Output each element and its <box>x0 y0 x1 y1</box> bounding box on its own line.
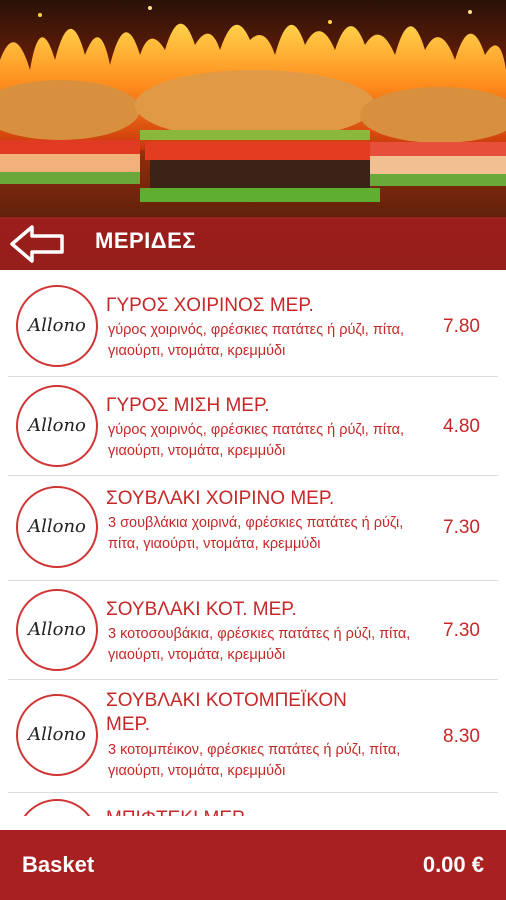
allono-logo: Allonο <box>16 285 98 367</box>
burgers-image <box>0 70 506 202</box>
item-description: γύρος χοιρινός, φρέσκιες πατάτες ή ρύζι,… <box>108 322 404 359</box>
menu-list[interactable]: Allonο ΓΥΡΟΣ ΧΟΙΡΙΝΟΣ ΜΕΡ. γύρος χοιρινό… <box>0 276 506 816</box>
item-name: ΣΟΥΒΛΑΚΙ ΧΟΙΡΙΝΟ ΜΕΡ. <box>106 488 335 509</box>
back-arrow-icon[interactable] <box>8 223 66 265</box>
header-banner: ΜΕΡΙΔΕΣ <box>0 0 506 270</box>
logo-wordmark: Allonο <box>28 315 86 336</box>
menu-item[interactable]: Allonο ΜΠΙΦΤΕΚΙ ΜΕΡ. <box>8 793 498 816</box>
allono-logo: Allonο <box>16 694 98 776</box>
item-name: ΓΥΡΟΣ ΜΙΣΗ ΜΕΡ. <box>106 395 270 416</box>
menu-item[interactable]: Allonο ΣΟΥΒΛΑΚΙ ΚΟΤΟΜΠΕΪΚΟΝ ΜΕΡ. 3 κοτομ… <box>8 680 498 793</box>
item-description: γύρος χοιρινός, φρέσκιες πατάτες ή ρύζι,… <box>108 422 404 459</box>
logo-wordmark: Allonο <box>28 516 86 537</box>
title-bar <box>0 217 506 270</box>
item-price: 7.30 <box>443 517 480 538</box>
allono-logo: Allonο <box>16 385 98 467</box>
item-name: ΜΠΙΦΤΕΚΙ ΜΕΡ. <box>106 807 396 816</box>
menu-item[interactable]: Allonο ΓΥΡΟΣ ΜΙΣΗ ΜΕΡ. γύρος χοιρινός, φ… <box>8 377 498 476</box>
allono-logo: Allonο <box>16 589 98 671</box>
logo-wordmark: Allonο <box>28 415 86 436</box>
basket-label: Basket <box>22 852 95 877</box>
menu-item[interactable]: Allonο ΓΥΡΟΣ ΧΟΙΡΙΝΟΣ ΜΕΡ. γύρος χοιρινό… <box>8 276 498 377</box>
basket-total: 0.00 € <box>422 852 484 877</box>
item-description: 3 κοτομπέικον, φρέσκιες πατάτες ή ρύζι, … <box>108 742 401 779</box>
item-price: 7.80 <box>443 316 480 337</box>
page-title: ΜΕΡΙΔΕΣ <box>95 228 196 253</box>
item-price: 4.80 <box>443 416 480 437</box>
item-price: 7.30 <box>443 620 480 641</box>
logo-wordmark: Allonο <box>28 619 86 640</box>
allono-logo: Allonο <box>16 799 98 816</box>
item-price: 8.30 <box>443 726 480 747</box>
item-description: 3 σουβλάκια χοιρινά, φρέσκιες πατάτες ή … <box>108 515 404 552</box>
menu-item[interactable]: Allonο ΣΟΥΒΛΑΚΙ ΚΟΤ. ΜΕΡ. 3 κοτοσουβάκια… <box>8 581 498 680</box>
item-name: ΣΟΥΒΛΑΚΙ ΚΟΤ. ΜΕΡ. <box>106 599 297 620</box>
allono-logo: Allonο <box>16 486 98 568</box>
item-name: ΣΟΥΒΛΑΚΙ ΚΟΤΟΜΠΕΪΚΟΝ ΜΕΡ. <box>106 690 347 735</box>
item-name: ΓΥΡΟΣ ΧΟΙΡΙΝΟΣ ΜΕΡ. <box>106 295 314 316</box>
logo-wordmark: Allonο <box>28 724 86 745</box>
menu-item[interactable]: Allonο ΣΟΥΒΛΑΚΙ ΧΟΙΡΙΝΟ ΜΕΡ. 3 σουβλάκια… <box>8 476 498 581</box>
basket-bar[interactable]: Basket 0.00 € <box>0 830 506 900</box>
item-description: 3 κοτοσουβάκια, φρέσκιες πατάτες ή ρύζι,… <box>108 626 411 663</box>
